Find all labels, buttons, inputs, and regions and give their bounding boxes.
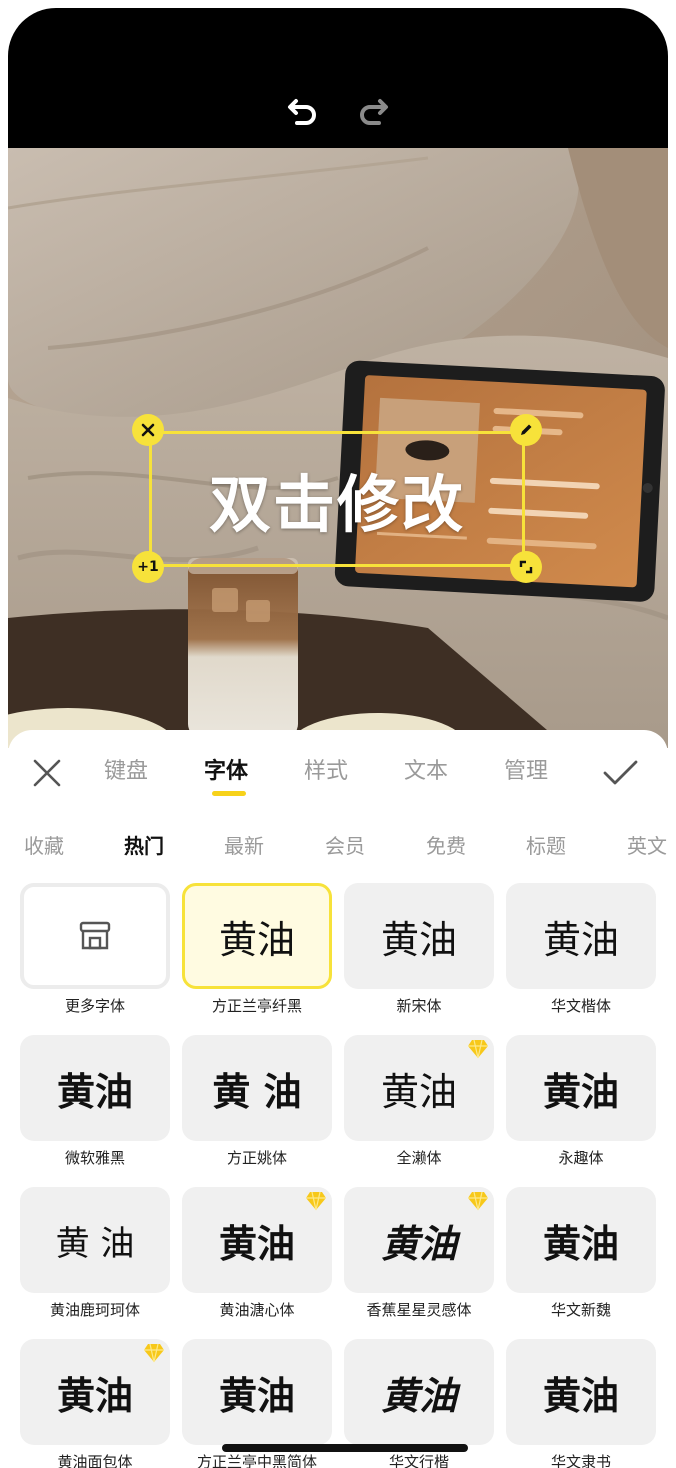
font-preview[interactable]: 黄 油 <box>20 1187 170 1293</box>
font-preview[interactable]: 黄油 <box>344 1339 494 1445</box>
font-item-more[interactable]: 更多字体 <box>20 883 170 1035</box>
tab-font[interactable]: 字体 <box>204 750 248 794</box>
font-tile[interactable] <box>20 883 170 989</box>
top-bar <box>8 8 668 148</box>
vip-diamond-icon <box>468 1039 488 1059</box>
font-preview[interactable]: 黄油 <box>506 1187 656 1293</box>
font-name: 微软雅黑 <box>64 1149 125 1167</box>
category-member[interactable]: 会员 <box>325 826 365 866</box>
vip-diamond-icon <box>468 1191 488 1211</box>
font-name: 黄油溏心体 <box>219 1301 295 1319</box>
font-item[interactable]: 黄油 香蕉星星灵感体 <box>344 1187 494 1339</box>
category-title[interactable]: 标题 <box>526 826 566 866</box>
tab-keyboard[interactable]: 键盘 <box>104 750 148 794</box>
duplicate-label: +1 <box>137 559 159 575</box>
font-item[interactable]: 黄油 华文新魏 <box>506 1187 656 1339</box>
font-name: 黄油面包体 <box>57 1453 133 1468</box>
font-item[interactable]: 黄油 新宋体 <box>344 883 494 1035</box>
font-item[interactable]: 黄油 华文隶书 <box>506 1339 656 1468</box>
undo-icon[interactable] <box>282 90 322 130</box>
font-preview[interactable]: 黄油 <box>182 883 332 989</box>
font-item[interactable]: 黄 油 方正姚体 <box>182 1035 332 1187</box>
sticker-text[interactable]: 双击修改 <box>209 454 465 544</box>
duplicate-sticker-button[interactable]: +1 <box>132 551 164 583</box>
font-name: 方正兰亭纤黑 <box>211 997 302 1015</box>
font-item[interactable]: 黄油 永趣体 <box>506 1035 656 1187</box>
font-name: 华文隶书 <box>550 1453 611 1468</box>
font-preview[interactable]: 黄油 <box>506 883 656 989</box>
active-tab-indicator <box>212 791 246 796</box>
font-name: 方正姚体 <box>226 1149 287 1167</box>
edit-pencil-icon[interactable] <box>510 414 542 446</box>
tab-manage[interactable]: 管理 <box>504 750 548 794</box>
font-item[interactable]: 黄油 方正兰亭纤黑 <box>182 883 332 1035</box>
home-indicator <box>222 1444 468 1452</box>
shop-icon <box>79 921 111 950</box>
font-name: 华文行楷 <box>388 1453 449 1468</box>
font-item[interactable]: 黄 油 黄油鹿珂珂体 <box>20 1187 170 1339</box>
font-preview[interactable]: 黄油 <box>506 1035 656 1141</box>
editor-tabs: 键盘 字体 样式 文本 管理 <box>8 750 668 794</box>
category-english[interactable]: 英文 <box>627 826 667 866</box>
font-item[interactable]: 黄油 华文楷体 <box>506 883 656 1035</box>
redo-icon[interactable] <box>354 90 394 130</box>
category-free[interactable]: 免费 <box>426 826 466 866</box>
font-preview[interactable]: 黄 油 <box>182 1035 332 1141</box>
font-name: 全濑体 <box>396 1149 442 1167</box>
vip-diamond-icon <box>144 1343 164 1363</box>
confirm-check-icon[interactable] <box>600 756 640 790</box>
font-preview[interactable]: 黄油 <box>182 1339 332 1445</box>
category-favorites[interactable]: 收藏 <box>24 826 64 866</box>
tab-style[interactable]: 样式 <box>304 750 348 794</box>
font-item[interactable]: 黄油 黄油溏心体 <box>182 1187 332 1339</box>
font-preview[interactable]: 黄油 <box>344 883 494 989</box>
font-name: 华文楷体 <box>550 997 611 1015</box>
category-hot[interactable]: 热门 <box>124 826 164 866</box>
font-name: 新宋体 <box>396 997 442 1015</box>
font-name: 更多字体 <box>64 997 125 1015</box>
font-name: 永趣体 <box>558 1149 604 1167</box>
font-name: 黄油鹿珂珂体 <box>49 1301 140 1319</box>
font-preview[interactable]: 黄油 <box>20 1035 170 1141</box>
font-item[interactable]: 黄油 黄油面包体 <box>20 1339 170 1468</box>
category-newest[interactable]: 最新 <box>224 826 264 866</box>
font-name: 方正兰亭中黑简体 <box>196 1453 317 1468</box>
font-categories: 收藏 热门 最新 会员 免费 标题 英文 <box>8 826 668 866</box>
font-item[interactable]: 黄油 微软雅黑 <box>20 1035 170 1187</box>
font-item[interactable]: 黄油 全濑体 <box>344 1035 494 1187</box>
app-screen: 双击修改 +1 键盘 字体 样式 文本 管理 收藏 热门 最新 会员 免费 标题… <box>8 8 668 1468</box>
resize-rotate-icon[interactable] <box>510 551 542 583</box>
tab-text[interactable]: 文本 <box>404 750 448 794</box>
font-panel: 键盘 字体 样式 文本 管理 收藏 热门 最新 会员 免费 标题 英文 更多字体… <box>8 730 668 1468</box>
vip-diamond-icon <box>306 1191 326 1211</box>
font-name: 香蕉星星灵感体 <box>366 1301 472 1319</box>
text-sticker[interactable]: 双击修改 <box>149 431 525 567</box>
font-preview[interactable]: 黄油 <box>506 1339 656 1445</box>
delete-sticker-icon[interactable] <box>132 414 164 446</box>
font-name: 华文新魏 <box>550 1301 611 1319</box>
